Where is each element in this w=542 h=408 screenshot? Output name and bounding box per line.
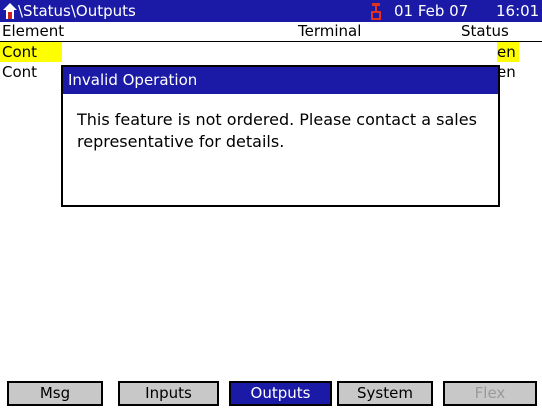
tab-inputs[interactable]: Inputs: [118, 381, 219, 406]
tab-outputs[interactable]: Outputs: [229, 381, 332, 406]
dialog-message: This feature is not ordered. Please cont…: [77, 110, 477, 151]
home-icon[interactable]: [3, 3, 17, 19]
date-display: 01 Feb 07: [394, 2, 469, 20]
time-display: 16:01: [496, 2, 540, 20]
column-header-status: Status: [461, 22, 509, 40]
row-element-cell: Cont: [2, 63, 38, 81]
table-header: Element Terminal Status: [0, 22, 542, 42]
column-header-element: Element: [2, 22, 65, 40]
row-element-cell: Cont: [0, 42, 62, 62]
breadcrumb: \Status\Outputs: [18, 2, 136, 20]
title-bar: \Status\Outputs 01 Feb 07 16:01: [0, 0, 542, 22]
alarm-icon: [371, 2, 381, 20]
dialog-title: Invalid Operation: [63, 67, 498, 94]
tab-bar: Msg Inputs Outputs System Flex: [0, 381, 542, 408]
invalid-operation-dialog: Invalid Operation This feature is not or…: [61, 65, 500, 207]
tab-flex[interactable]: Flex: [443, 381, 537, 406]
column-header-terminal: Terminal: [298, 22, 362, 40]
tab-system[interactable]: System: [337, 381, 433, 406]
table-row[interactable]: Cont en: [0, 42, 542, 62]
row-status-cell: en: [497, 42, 519, 62]
tab-msg[interactable]: Msg: [7, 381, 103, 406]
